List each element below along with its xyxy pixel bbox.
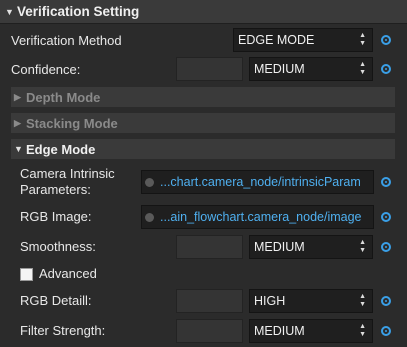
advanced-label: Advanced bbox=[39, 266, 97, 281]
expand-triangle-icon: ▶ bbox=[14, 91, 21, 102]
camera-intrinsic-path-field[interactable]: ...chart.camera_node/intrinsicParam bbox=[141, 170, 374, 194]
stacking-mode-label: Stacking Mode bbox=[26, 115, 118, 131]
camera-intrinsic-path: ...chart.camera_node/intrinsicParam bbox=[160, 175, 361, 189]
filter-strength-label: Filter Strength: bbox=[20, 323, 106, 338]
smoothness-select[interactable]: MEDIUM ▲ ▼ bbox=[249, 235, 373, 259]
verification-method-row: Verification Method EDGE MODE ▲ ▼ bbox=[0, 28, 407, 52]
verification-method-select[interactable]: EDGE MODE ▲ ▼ bbox=[233, 28, 373, 52]
spinner-arrows-icon: ▲ ▼ bbox=[359, 323, 366, 338]
verification-method-label: Verification Method bbox=[11, 32, 122, 48]
edge-mode-label: Edge Mode bbox=[26, 141, 96, 157]
confidence-number-field[interactable] bbox=[176, 57, 243, 81]
rgb-image-label: RGB Image: bbox=[20, 209, 92, 224]
camera-intrinsic-row: Camera Intrinsic Parameters: ...chart.ca… bbox=[0, 165, 407, 199]
rgb-detail-label: RGB Detaill: bbox=[20, 293, 92, 308]
confidence-label: Confidence: bbox=[11, 61, 81, 77]
smoothness-row: Smoothness: MEDIUM ▲ ▼ bbox=[0, 235, 407, 259]
spinner-arrows-icon: ▲ ▼ bbox=[359, 61, 366, 76]
rgb-detail-number-field[interactable] bbox=[176, 289, 243, 313]
smoothness-radio-icon[interactable] bbox=[381, 242, 391, 252]
rgb-detail-value: HIGH bbox=[254, 294, 286, 308]
collapse-triangle-icon[interactable]: ▼ bbox=[5, 7, 17, 17]
smoothness-value: MEDIUM bbox=[254, 240, 305, 254]
camera-intrinsic-label-line2: Parameters: bbox=[20, 182, 91, 197]
confidence-select[interactable]: MEDIUM ▲ ▼ bbox=[249, 57, 373, 81]
confidence-row: Confidence: MEDIUM ▲ ▼ bbox=[0, 57, 407, 81]
verification-method-value: EDGE MODE bbox=[238, 33, 315, 47]
rgb-detail-radio-icon[interactable] bbox=[381, 296, 391, 306]
spinner-arrows-icon: ▲ ▼ bbox=[359, 293, 366, 308]
expand-triangle-icon: ▶ bbox=[14, 117, 21, 128]
depth-mode-group[interactable]: ▶ Depth Mode bbox=[11, 87, 395, 107]
filter-strength-value: MEDIUM bbox=[254, 324, 305, 338]
camera-intrinsic-label-line1: Camera Intrinsic bbox=[20, 166, 115, 181]
section-header[interactable]: ▼ Verification Setting bbox=[0, 0, 407, 24]
advanced-checkbox[interactable] bbox=[20, 267, 33, 281]
link-dot-icon bbox=[145, 212, 154, 222]
link-dot-icon bbox=[145, 177, 154, 187]
filter-strength-number-field[interactable] bbox=[176, 319, 243, 343]
collapse-triangle-icon: ▼ bbox=[14, 144, 23, 154]
filter-strength-select[interactable]: MEDIUM ▲ ▼ bbox=[249, 319, 373, 343]
filter-strength-radio-icon[interactable] bbox=[381, 326, 391, 336]
rgb-image-path-field[interactable]: ...ain_flowchart.camera_node/image bbox=[141, 205, 374, 229]
confidence-value: MEDIUM bbox=[254, 62, 305, 76]
spinner-arrows-icon: ▲ ▼ bbox=[359, 32, 366, 47]
depth-mode-label: Depth Mode bbox=[26, 89, 101, 105]
rgb-detail-row: RGB Detaill: HIGH ▲ ▼ bbox=[0, 289, 407, 313]
edge-mode-group[interactable]: ▼ Edge Mode bbox=[11, 139, 395, 159]
section-title: Verification Setting bbox=[17, 4, 140, 19]
rgb-image-row: RGB Image: ...ain_flowchart.camera_node/… bbox=[0, 205, 407, 229]
camera-intrinsic-radio-icon[interactable] bbox=[381, 177, 391, 187]
confidence-radio-icon[interactable] bbox=[381, 64, 391, 74]
smoothness-label: Smoothness: bbox=[20, 239, 96, 254]
filter-strength-row: Filter Strength: MEDIUM ▲ ▼ bbox=[0, 319, 407, 343]
rgb-image-radio-icon[interactable] bbox=[381, 212, 391, 222]
rgb-detail-select[interactable]: HIGH ▲ ▼ bbox=[249, 289, 373, 313]
verification-method-radio-icon[interactable] bbox=[381, 35, 391, 45]
spinner-arrows-icon: ▲ ▼ bbox=[359, 239, 366, 254]
stacking-mode-group[interactable]: ▶ Stacking Mode bbox=[11, 113, 395, 133]
advanced-row: Advanced bbox=[0, 264, 407, 284]
rgb-image-path: ...ain_flowchart.camera_node/image bbox=[160, 210, 362, 224]
smoothness-number-field[interactable] bbox=[176, 235, 243, 259]
